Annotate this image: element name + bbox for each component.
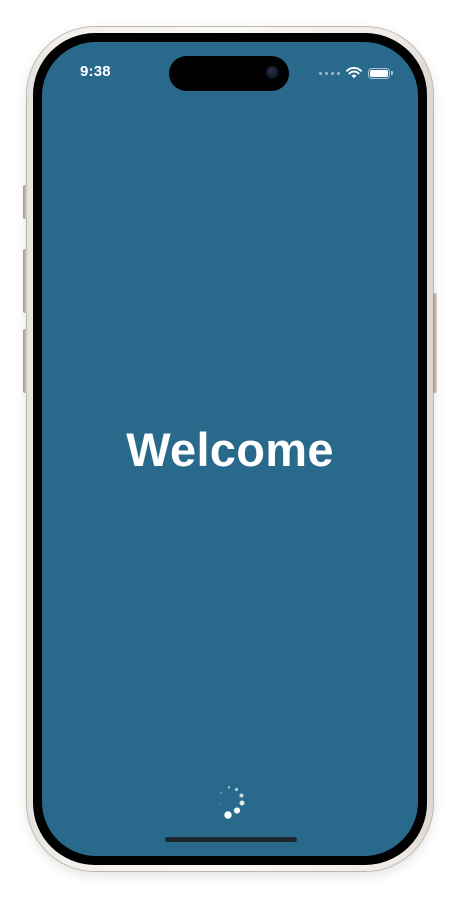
phone-frame: 9:38 Welcome [23,27,437,871]
status-icons [319,66,393,80]
app-screen: 9:38 Welcome [42,42,418,856]
power-button [433,293,437,393]
dynamic-island [169,56,289,91]
signal-dots-icon [319,71,340,75]
volume-down-button [23,329,27,393]
welcome-title: Welcome [126,423,334,476]
home-indicator[interactable] [165,837,297,842]
battery-icon [368,67,393,79]
action-button [23,185,27,219]
volume-up-button [23,249,27,313]
wifi-icon [346,67,362,79]
activity-spinner-icon [218,786,245,819]
front-camera-icon [266,66,279,79]
status-time: 9:38 [80,63,111,80]
phone-bezel: 9:38 Welcome [33,33,427,865]
